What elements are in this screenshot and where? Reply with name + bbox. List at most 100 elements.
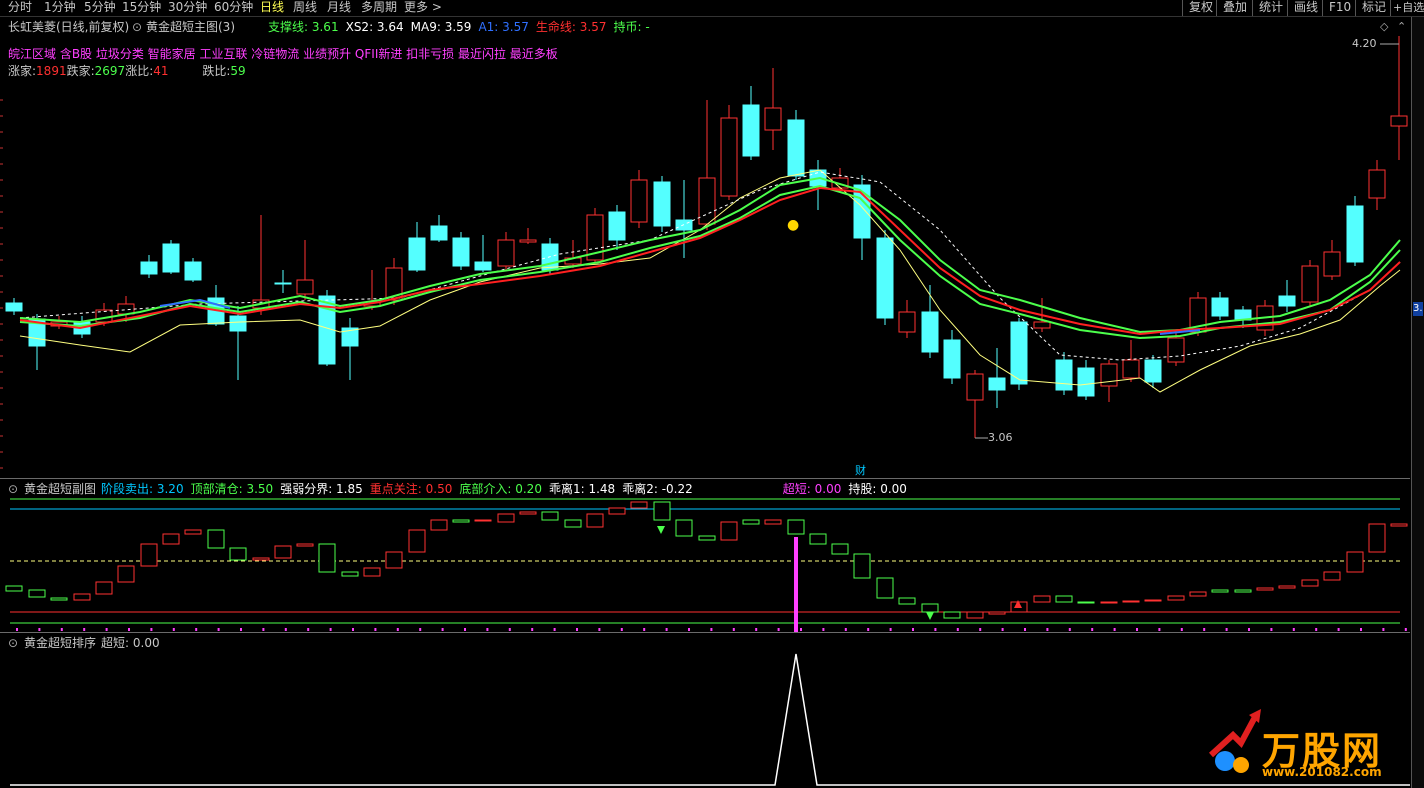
- sub-bar: [630, 501, 648, 509]
- main-ind-item: 持币: -: [613, 20, 649, 34]
- fall-ratio-value: 59: [230, 64, 246, 78]
- sub-ind-value: 1.48: [584, 482, 616, 496]
- rank-line: [10, 653, 1410, 786]
- main-ind-value: 3.57: [498, 20, 529, 34]
- main-indicator-name[interactable]: 黄金超短主图(3): [146, 20, 235, 34]
- marker-dot: [1046, 628, 1049, 631]
- sub-bar: [1390, 523, 1408, 527]
- sub-bar: [1323, 571, 1341, 581]
- marker-dot: [1225, 628, 1228, 631]
- candle-body: [1144, 359, 1162, 383]
- pane-separator-1[interactable]: [0, 478, 1410, 479]
- sub-ind-item: 超短: 0.00: [783, 482, 842, 496]
- sub-bar: [1368, 523, 1386, 553]
- sub-ind-value: 0.00: [810, 482, 842, 496]
- sub-bar: [28, 589, 46, 598]
- sub-bar: [162, 533, 180, 545]
- sub-ind-item: 强弱分界: 1.85: [280, 482, 363, 496]
- main-ind-value: 3.57: [575, 20, 607, 34]
- marker-dot: [396, 628, 399, 631]
- candle-body: [229, 315, 247, 332]
- marker-dot: [508, 628, 511, 631]
- marker-dot: [576, 628, 578, 631]
- marker-dot: [105, 628, 108, 631]
- sub-bar: [1167, 595, 1185, 601]
- rise-ratio-label: 涨比:: [125, 64, 154, 78]
- sub-bar: [474, 519, 492, 522]
- pane-separator-2[interactable]: [0, 632, 1410, 633]
- main-chart-layer: [0, 36, 1408, 469]
- candle-body: [1211, 297, 1229, 317]
- sub-settings-icon[interactable]: ⊙: [8, 482, 18, 496]
- diamond-icon[interactable]: ◇: [1380, 20, 1388, 34]
- marker-dot: [1404, 628, 1407, 631]
- finance-marker[interactable]: 财: [855, 464, 866, 478]
- sub-ind-label: 重点关注:: [369, 482, 422, 496]
- candle-body: [474, 261, 492, 271]
- main-ind-item: A1: 3.57: [478, 20, 528, 34]
- right-scrollbar[interactable]: [1411, 17, 1424, 788]
- sub-bar: [95, 581, 113, 595]
- sub-ind-label: 乖离1:: [548, 482, 585, 496]
- marker-dot: [867, 628, 870, 631]
- sub-chart-layer: [5, 498, 1408, 632]
- sub-ind-value: 3.20: [153, 482, 184, 496]
- sub-ind-item: 持股: 0.00: [848, 482, 907, 496]
- marker-dot: [620, 628, 623, 631]
- sub-ind-item: 顶部清仓: 3.50: [191, 482, 274, 496]
- sub-bar: [1122, 600, 1140, 603]
- main-ind-item: XS2: 3.64: [346, 20, 404, 34]
- indicator-settings-icon[interactable]: ⊙: [132, 20, 142, 34]
- wangu-logo-icon: [1203, 705, 1263, 780]
- marker-dot: [800, 628, 802, 631]
- marker-dot: [1270, 628, 1273, 631]
- sub-bar: [229, 547, 247, 561]
- candle-body: [921, 311, 939, 353]
- marker-dot: [1001, 628, 1004, 631]
- sub-ind-item: 乖离2: -0.22: [622, 482, 693, 496]
- marker-dot: [1068, 628, 1071, 631]
- sub-ind-item: 乖离1: 1.48: [549, 482, 615, 496]
- candle-body: [1390, 115, 1408, 127]
- sub-bar: [1256, 587, 1274, 591]
- marker-dot: [912, 628, 914, 631]
- sub-bar: [720, 521, 738, 541]
- marker-dot: [284, 628, 287, 631]
- sub-bar: [519, 511, 537, 515]
- candle-body: [5, 302, 23, 312]
- rank-settings-icon[interactable]: ⊙: [8, 636, 18, 650]
- marker-dot: [240, 628, 242, 631]
- sub-bar: [809, 533, 827, 545]
- sub-bar: [5, 585, 23, 592]
- sub-bar: [653, 501, 671, 521]
- candle-body: [653, 181, 671, 227]
- sub-indicator-values: 阶段卖出: 3.20 顶部清仓: 3.50 强弱分界: 1.85 重点关注: 0.50…: [101, 482, 914, 496]
- sub-bar: [140, 543, 158, 567]
- sub-bar: [1055, 595, 1073, 603]
- rank-indicator-name[interactable]: 黄金超短排序: [24, 636, 96, 650]
- sub-bar: [296, 543, 314, 547]
- sub-bar: [943, 611, 961, 619]
- sub-bar: [1234, 589, 1252, 593]
- sub-ind-label: 持股:: [848, 482, 877, 496]
- sub-bar: [452, 519, 470, 523]
- marker-dot: [732, 628, 735, 631]
- sub-indicator-name[interactable]: 黄金超短副图: [24, 482, 96, 496]
- marker-dot: [83, 628, 86, 631]
- sub-bar: [385, 551, 403, 569]
- sub-ind-label: 强弱分界:: [280, 482, 333, 496]
- sub-bar: [1346, 551, 1364, 573]
- marker-dot: [777, 628, 780, 631]
- marker-dot: [374, 628, 377, 631]
- sub-bar: [988, 611, 1006, 615]
- candle-body: [1368, 169, 1386, 199]
- main-ind-item: MA9: 3.59: [411, 20, 472, 34]
- sub-ind-label: 超短:: [782, 482, 811, 496]
- candle-body: [943, 339, 961, 379]
- marker-dot: [1382, 628, 1385, 631]
- candle-body: [452, 237, 470, 267]
- marker-dot: [307, 628, 310, 631]
- chevron-up-icon[interactable]: ⌃: [1397, 20, 1406, 34]
- main-ind-value: 3.59: [440, 20, 472, 34]
- candle-body: [1033, 321, 1051, 329]
